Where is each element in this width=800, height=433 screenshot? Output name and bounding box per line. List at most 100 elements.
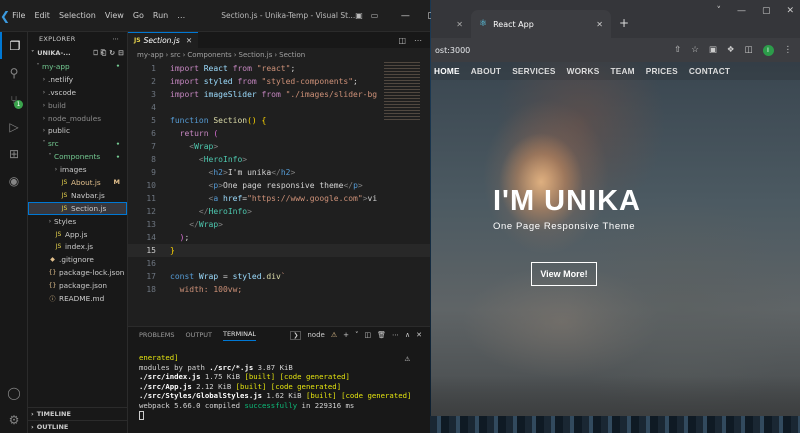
code-line[interactable]: 11 < a href = "https://www.google.com" > vi <box>128 192 430 205</box>
new-terminal-icon[interactable]: + <box>343 331 349 339</box>
tree-item[interactable]: JS About.js M <box>28 176 127 189</box>
tree-item[interactable]: {} package.json <box>28 279 127 292</box>
cast-icon[interactable]: ▣ <box>709 45 717 55</box>
tree-item[interactable]: › images <box>28 163 127 176</box>
nav-services[interactable]: SERVICES <box>512 66 555 76</box>
menu-go[interactable]: Go <box>133 11 144 20</box>
breadcrumb-item[interactable]: Components <box>187 51 231 59</box>
code-line[interactable]: 18 width: 100vw; <box>128 283 430 296</box>
split-editor-icon[interactable]: ◫ <box>398 36 406 45</box>
new-tab-icon[interactable]: + <box>611 16 637 38</box>
breadcrumb-item[interactable]: my-app <box>137 51 164 59</box>
outline-section[interactable]: › OUTLINE <box>28 420 127 433</box>
settings-gear-icon[interactable]: ⚙ <box>0 406 28 433</box>
address-bar[interactable]: ost:3000 ⇧ ☆ ▣ ❖ ◫ I ⋮ <box>431 38 800 62</box>
code-line[interactable]: 9 < h2 > I'm unika </h2 > <box>128 166 430 179</box>
tree-item[interactable]: › public <box>28 124 127 137</box>
terminal-dropdown-icon[interactable]: ˅ <box>355 331 359 339</box>
code-line[interactable]: 6 return ( <box>128 127 430 140</box>
new-folder-icon[interactable]: ⎗ <box>101 49 107 58</box>
account-icon[interactable]: ◯ <box>0 379 28 406</box>
tab-section-js[interactable]: JS Section.js ✕ <box>128 32 199 48</box>
tab-output[interactable]: OUTPUT <box>185 331 212 339</box>
share-icon[interactable]: ⇧ <box>674 45 681 55</box>
close-tab-icon[interactable]: ✕ <box>596 20 603 29</box>
terminal-shell-label[interactable]: node <box>307 331 324 339</box>
minimize-button[interactable]: — <box>737 6 746 16</box>
code-line[interactable]: 15} <box>128 244 430 257</box>
tab-react-app[interactable]: ⚛ React App ✕ <box>471 10 611 38</box>
menu-file[interactable]: File <box>12 11 25 20</box>
nav-team[interactable]: TEAM <box>610 66 634 76</box>
explorer-icon[interactable]: ❐ <box>0 32 28 59</box>
tree-item[interactable]: JS Navbar.js <box>28 189 127 202</box>
workspace-section[interactable]: ˅ UNIKA-... ⎕ ⎗ ↻ ⊟ <box>28 46 127 60</box>
nav-about[interactable]: ABOUT <box>471 66 502 76</box>
code-line[interactable]: 13 </Wrap > <box>128 218 430 231</box>
sidepanel-icon[interactable]: ◫ <box>744 45 752 55</box>
url-text[interactable]: ost:3000 <box>435 46 470 55</box>
breadcrumb-item[interactable]: Section.js <box>239 51 273 59</box>
layout-toggle-icon[interactable]: ▣ <box>355 11 363 20</box>
close-button[interactable]: ✕ <box>786 6 794 16</box>
run-debug-icon[interactable]: ▷ <box>0 113 28 140</box>
tree-item[interactable]: › build <box>28 99 127 112</box>
tree-item[interactable]: ˅ my-app • <box>28 60 127 73</box>
tree-item[interactable]: › .netlify <box>28 73 127 86</box>
tree-item[interactable]: › .vscode <box>28 86 127 99</box>
terminal-shell-icon[interactable]: ❯ <box>290 330 302 340</box>
extensions-icon[interactable]: ⊞ <box>0 140 28 167</box>
new-file-icon[interactable]: ⎕ <box>93 49 97 58</box>
menu-selection[interactable]: Selection <box>59 11 96 20</box>
close-tab-icon[interactable]: ✕ <box>186 36 192 45</box>
refresh-icon[interactable]: ↻ <box>109 49 115 58</box>
collapse-icon[interactable]: ⊟ <box>118 49 124 58</box>
nav-works[interactable]: WORKS <box>567 66 600 76</box>
editor-more-icon[interactable]: ⋯ <box>414 36 422 45</box>
extensions-puzzle-icon[interactable]: ❖ <box>727 45 735 55</box>
tab-search-icon[interactable]: ˅ <box>716 6 721 16</box>
previous-tab[interactable]: ✕ <box>431 10 471 38</box>
code-line[interactable]: 10 < p > One page responsive theme </p > <box>128 179 430 192</box>
tree-item[interactable]: ◆ .gitignore <box>28 253 127 266</box>
bookmark-star-icon[interactable]: ☆ <box>691 45 699 55</box>
code-line[interactable]: 17 const Wrap = styled. div ` <box>128 270 430 283</box>
breadcrumb-item[interactable]: src <box>170 51 180 59</box>
trash-icon[interactable]: 🗑 <box>377 331 386 339</box>
chrome-menu-icon[interactable]: ⋮ <box>784 45 793 55</box>
code-line[interactable]: 7 < Wrap > <box>128 140 430 153</box>
nav-contact[interactable]: CONTACT <box>689 66 730 76</box>
explorer-more-icon[interactable]: ⋯ <box>112 35 119 43</box>
menu-run[interactable]: Run <box>153 11 168 20</box>
breadcrumb-item[interactable]: Section <box>279 51 305 59</box>
close-tab-icon[interactable]: ✕ <box>456 20 463 29</box>
maximize-panel-icon[interactable]: ∧ <box>405 331 410 339</box>
tree-item[interactable]: › node_modules <box>28 112 127 125</box>
menu-view[interactable]: View <box>105 11 124 20</box>
tab-terminal[interactable]: TERMINAL <box>222 330 257 341</box>
nav-prices[interactable]: PRICES <box>646 66 678 76</box>
close-panel-icon[interactable]: ✕ <box>416 331 422 339</box>
menu-more[interactable]: … <box>177 11 185 20</box>
menu-edit[interactable]: Edit <box>34 11 50 20</box>
tree-item[interactable]: JS Section.js <box>28 201 127 215</box>
code-line[interactable]: 14 ); <box>128 231 430 244</box>
tree-item[interactable]: JS App.js <box>28 228 127 241</box>
minimize-button[interactable]: — <box>392 11 418 21</box>
tree-item[interactable]: {} package-lock.json <box>28 266 127 279</box>
source-control-icon[interactable]: ⑂ 1 <box>0 86 28 113</box>
tree-item[interactable]: ⓘ README.md <box>28 292 127 305</box>
code-line[interactable]: 16 <box>128 257 430 270</box>
restore-button[interactable]: ▢ <box>762 6 771 16</box>
terminal-output[interactable]: ⚠ enerated] modules by path ./src/*.js 3… <box>128 343 430 421</box>
minimap[interactable] <box>384 62 420 122</box>
view-more-button[interactable]: View More! <box>531 262 597 286</box>
code-line[interactable]: 8 < HeroInfo > <box>128 153 430 166</box>
split-terminal-icon[interactable]: ◫ <box>364 331 371 339</box>
tree-item[interactable]: ˅ src • <box>28 137 127 150</box>
tree-item[interactable]: › Styles <box>28 215 127 228</box>
search-icon[interactable]: ⚲ <box>0 59 28 86</box>
nav-home[interactable]: HOME <box>434 66 460 76</box>
profile-avatar[interactable]: I <box>762 44 774 56</box>
timeline-section[interactable]: › TIMELINE <box>28 407 127 420</box>
